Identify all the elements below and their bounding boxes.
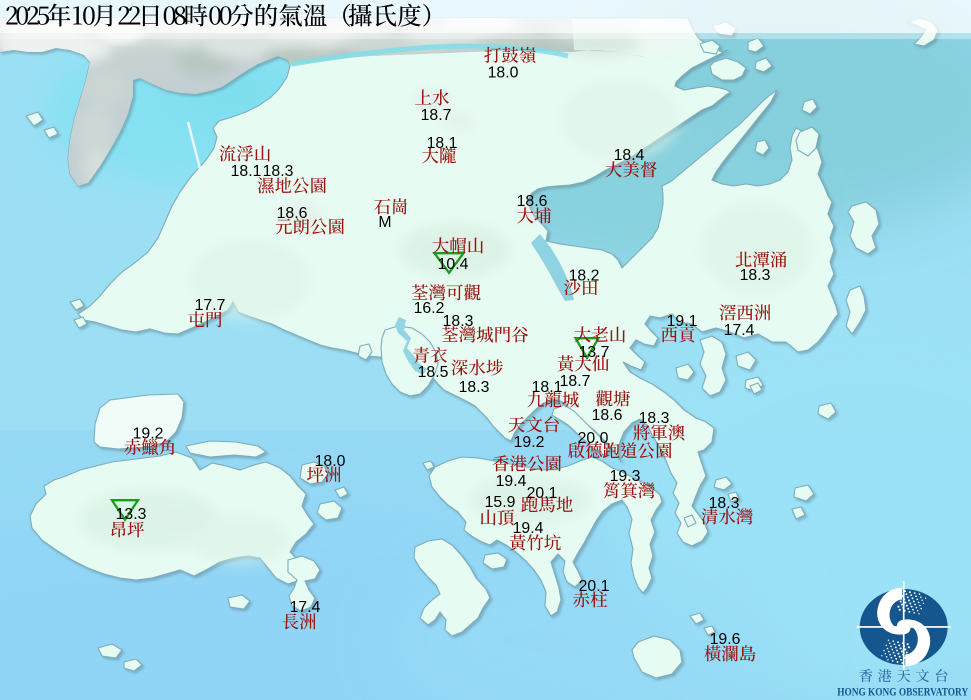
svg-text:18.0: 18.0 xyxy=(315,453,346,470)
svg-text:19.2: 19.2 xyxy=(133,426,164,443)
svg-text:18.3: 18.3 xyxy=(443,313,474,330)
svg-text:17.7: 17.7 xyxy=(195,297,226,314)
svg-text:20.1: 20.1 xyxy=(527,485,558,502)
svg-text:M: M xyxy=(378,214,391,231)
svg-text:17.4: 17.4 xyxy=(724,322,755,339)
svg-text:18.1: 18.1 xyxy=(427,135,458,152)
svg-text:18.6: 18.6 xyxy=(592,407,623,424)
svg-text:18.2: 18.2 xyxy=(569,268,600,285)
svg-text:18.1: 18.1 xyxy=(532,379,563,396)
svg-text:18.4: 18.4 xyxy=(614,147,645,164)
svg-text:18.3: 18.3 xyxy=(459,379,490,396)
svg-text:18.3: 18.3 xyxy=(709,495,740,512)
svg-text:18.7: 18.7 xyxy=(421,107,452,124)
svg-text:18.0: 18.0 xyxy=(488,65,519,82)
svg-text:15.9: 15.9 xyxy=(485,494,516,511)
svg-text:18.7: 18.7 xyxy=(560,373,591,390)
svg-text:10.4: 10.4 xyxy=(438,256,469,273)
svg-text:20.0: 20.0 xyxy=(578,430,609,447)
svg-text:19.4: 19.4 xyxy=(496,473,527,490)
svg-text:18.3: 18.3 xyxy=(639,410,670,427)
svg-text:19.2: 19.2 xyxy=(514,434,545,451)
svg-text:19.4: 19.4 xyxy=(513,520,544,537)
svg-text:18.6: 18.6 xyxy=(517,193,548,210)
svg-text:13.3: 13.3 xyxy=(116,506,147,523)
svg-text:20.1: 20.1 xyxy=(579,578,610,595)
svg-text:18.3: 18.3 xyxy=(740,267,771,284)
svg-text:18.3: 18.3 xyxy=(263,163,294,180)
svg-text:HONG KONG OBSERVATORY: HONG KONG OBSERVATORY xyxy=(837,687,969,699)
svg-text:19.6: 19.6 xyxy=(710,631,741,648)
svg-text:19.3: 19.3 xyxy=(610,468,641,485)
svg-text:19.1: 19.1 xyxy=(667,313,698,330)
svg-text:17.4: 17.4 xyxy=(290,599,321,616)
svg-text:18.5: 18.5 xyxy=(418,364,449,381)
svg-text:18.1: 18.1 xyxy=(231,163,262,180)
svg-text:16.2: 16.2 xyxy=(414,300,445,317)
svg-text:18.6: 18.6 xyxy=(277,205,308,222)
